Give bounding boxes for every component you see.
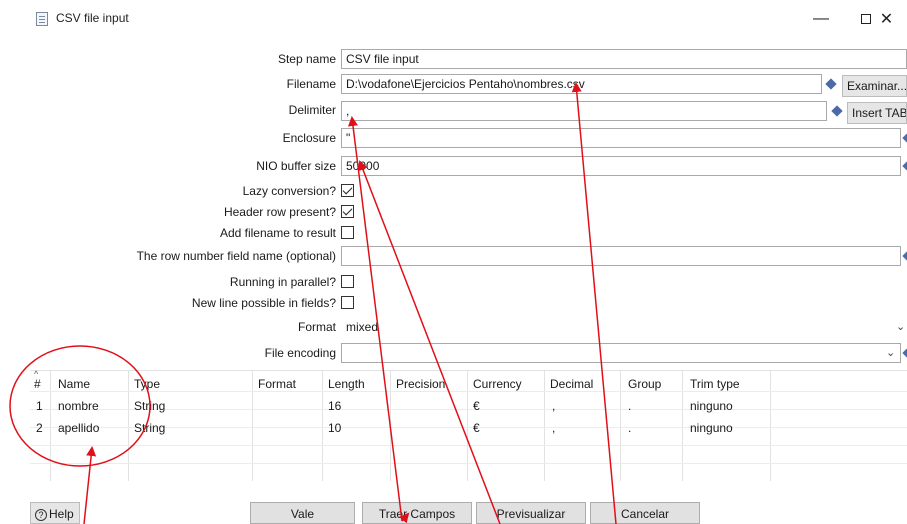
table-cell[interactable]: nombre xyxy=(58,399,99,413)
window-title: CSV file input xyxy=(56,11,129,25)
delimiter-input[interactable]: , xyxy=(341,101,827,121)
variable-diamond-icon xyxy=(902,250,907,262)
new-line-checkbox[interactable] xyxy=(341,296,354,309)
step-name-label: Step name xyxy=(277,52,336,66)
browse-button[interactable]: Examinar... xyxy=(842,75,907,97)
file-encoding-select[interactable] xyxy=(341,343,901,363)
insert-tab-button[interactable]: Insert TAB xyxy=(847,102,907,124)
chevron-down-icon[interactable]: ⌄ xyxy=(896,320,905,333)
variable-diamond-icon xyxy=(902,160,907,172)
lazy-conversion-label: Lazy conversion? xyxy=(242,184,336,198)
table-cell[interactable]: String xyxy=(134,421,165,435)
nio-buffer-label: NIO buffer size xyxy=(256,159,336,173)
table-cell[interactable]: ninguno xyxy=(690,399,733,413)
cancel-button[interactable]: Cancelar xyxy=(590,502,700,524)
column-header[interactable]: Name xyxy=(58,377,90,391)
running-parallel-checkbox[interactable] xyxy=(341,275,354,288)
table-cell[interactable]: € xyxy=(473,399,480,413)
column-header[interactable]: # xyxy=(34,377,41,391)
help-button[interactable]: ? Help xyxy=(30,502,80,524)
filename-input[interactable]: D:\vodafone\Ejercicios Pentaho\nombres.c… xyxy=(341,74,822,94)
step-name-input[interactable]: CSV file input xyxy=(341,49,907,69)
ok-button[interactable]: Vale xyxy=(250,502,355,524)
table-cell[interactable]: . xyxy=(628,399,631,413)
table-cell[interactable]: , xyxy=(552,421,555,435)
minimize-button[interactable]: — xyxy=(800,4,842,34)
variable-diamond-icon xyxy=(902,132,907,144)
enclosure-input[interactable]: " xyxy=(341,128,901,148)
variable-diamond-icon xyxy=(902,347,907,359)
table-cell[interactable]: . xyxy=(628,421,631,435)
table-cell[interactable]: 10 xyxy=(328,421,341,435)
format-label: Format xyxy=(297,320,336,334)
table-cell[interactable]: apellido xyxy=(58,421,99,435)
delimiter-label: Delimiter xyxy=(288,103,336,117)
variable-diamond-icon xyxy=(831,105,843,117)
table-cell[interactable]: String xyxy=(134,399,165,413)
running-parallel-label: Running in parallel? xyxy=(229,275,336,289)
document-icon xyxy=(36,12,48,26)
get-fields-button[interactable]: Traer Campos xyxy=(362,502,472,524)
header-row-checkbox[interactable] xyxy=(341,205,354,218)
file-encoding-label: File encoding xyxy=(264,346,336,360)
table-cell[interactable]: , xyxy=(552,399,555,413)
table-cell[interactable]: € xyxy=(473,421,480,435)
new-line-label: New line possible in fields? xyxy=(191,296,336,310)
lazy-conversion-checkbox[interactable] xyxy=(341,184,354,197)
column-header[interactable]: Type xyxy=(134,377,160,391)
add-filename-label: Add filename to result xyxy=(219,226,336,240)
header-row-label: Header row present? xyxy=(223,205,336,219)
column-header[interactable]: Trim type xyxy=(690,377,740,391)
row-number-field-input[interactable] xyxy=(341,246,901,266)
nio-buffer-input[interactable]: 50000 xyxy=(341,156,901,176)
column-header[interactable]: Format xyxy=(258,377,296,391)
chevron-down-icon[interactable]: ⌄ xyxy=(886,346,895,359)
row-number: 2 xyxy=(36,421,43,435)
preview-button[interactable]: Previsualizar xyxy=(476,502,586,524)
column-header[interactable]: Length xyxy=(328,377,365,391)
column-header[interactable]: Group xyxy=(628,377,661,391)
help-label: Help xyxy=(49,507,74,521)
table-cell[interactable]: ninguno xyxy=(690,421,733,435)
help-icon: ? xyxy=(35,509,47,521)
close-button[interactable]: ✕ xyxy=(866,4,907,34)
format-select[interactable]: mixed xyxy=(341,317,907,337)
title-bar: CSV file input — ✕ xyxy=(0,0,907,40)
filename-label: Filename xyxy=(286,77,336,91)
column-header[interactable]: Decimal xyxy=(550,377,593,391)
variable-diamond-icon xyxy=(825,78,837,90)
add-filename-checkbox[interactable] xyxy=(341,226,354,239)
row-number-field-label: The row number field name (optional) xyxy=(136,249,336,263)
enclosure-label: Enclosure xyxy=(282,131,336,145)
column-header[interactable]: Currency xyxy=(473,377,522,391)
row-number: 1 xyxy=(36,399,43,413)
column-header[interactable]: Precision xyxy=(396,377,445,391)
table-cell[interactable]: 16 xyxy=(328,399,341,413)
fields-table: ^ # Name Type Format Length Precision Cu… xyxy=(30,369,907,481)
